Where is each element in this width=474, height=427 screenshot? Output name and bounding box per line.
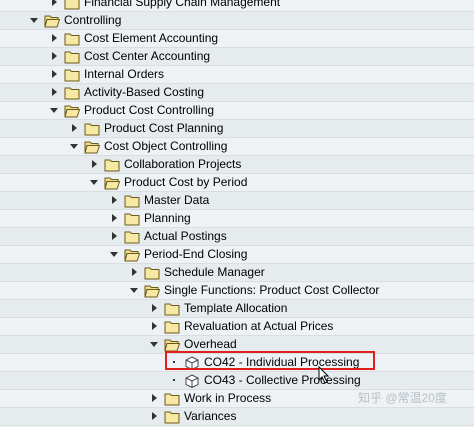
tree-folder-item[interactable]: Master Data	[0, 192, 474, 210]
folder-open-icon	[84, 140, 101, 154]
folder-closed-icon	[64, 86, 80, 100]
tree-folder-item[interactable]: Product Cost Planning	[0, 120, 474, 138]
expand-arrow-down-icon[interactable]	[150, 340, 158, 348]
expand-arrow-right-icon[interactable]	[50, 52, 58, 60]
expand-arrow-right-icon[interactable]	[150, 304, 158, 312]
expand-arrow-down-icon[interactable]	[110, 250, 118, 258]
tree-item-label: Actual Postings	[144, 229, 227, 243]
folder-open-icon	[44, 14, 61, 28]
expand-arrow-right-icon[interactable]	[50, 88, 58, 96]
transaction-cube-icon	[184, 374, 200, 389]
folder-open-icon	[124, 248, 141, 262]
folder-open-icon	[144, 284, 161, 298]
expand-arrow-right-icon[interactable]	[150, 322, 158, 330]
expand-arrow-right-icon[interactable]	[110, 196, 118, 204]
folder-closed-icon	[124, 194, 140, 208]
tree-item-label: Product Cost by Period	[124, 175, 248, 189]
folder-closed-icon	[64, 32, 80, 46]
tree-folder-item[interactable]: Single Functions: Product Cost Collector	[0, 282, 474, 300]
tree-folder-item[interactable]: Period-End Closing	[0, 246, 474, 264]
tree-item-label: Schedule Manager	[164, 265, 265, 279]
expand-arrow-right-icon[interactable]	[50, 0, 58, 6]
bullet-icon	[170, 376, 178, 384]
tree-item-label: Cost Object Controlling	[104, 139, 228, 153]
tree-leaf-item[interactable]: CO43 - Collective Processing	[0, 372, 474, 390]
folder-open-icon	[164, 338, 181, 352]
tree-item-label: Collaboration Projects	[124, 157, 242, 171]
folder-closed-icon	[84, 122, 100, 136]
watermark: 知乎 @常温20度	[358, 391, 447, 405]
tree-folder-item[interactable]: Collaboration Projects	[0, 156, 474, 174]
tree-folder-item[interactable]: Template Allocation	[0, 300, 474, 318]
tree-item-label: Template Allocation	[184, 301, 288, 315]
tree-folder-item[interactable]: Financial Supply Chain Management	[0, 0, 474, 12]
folder-closed-icon	[104, 158, 120, 172]
tree-folder-item[interactable]: Cost Object Controlling	[0, 138, 474, 156]
folder-closed-icon	[164, 302, 180, 316]
expand-arrow-down-icon[interactable]	[90, 178, 98, 186]
tree-item-label: Product Cost Controlling	[84, 103, 215, 117]
tree-folder-item[interactable]: Controlling	[0, 12, 474, 30]
folder-open-icon	[104, 176, 121, 190]
tree-folder-item[interactable]: Cost Element Accounting	[0, 30, 474, 48]
tree-item-label: Planning	[144, 211, 191, 225]
tree-item-label: Cost Center Accounting	[84, 49, 211, 63]
tree-item-label: Revaluation at Actual Prices	[184, 319, 334, 333]
mouse-cursor-icon	[318, 366, 330, 384]
folder-closed-icon	[164, 320, 180, 334]
folder-open-icon	[64, 104, 81, 118]
tree-folder-item[interactable]: Schedule Manager	[0, 264, 474, 282]
tree-item-label: Work in Process	[184, 391, 272, 405]
tree-item-label: Overhead	[184, 337, 237, 351]
expand-arrow-down-icon[interactable]	[50, 106, 58, 114]
tree-folder-item[interactable]: Actual Postings	[0, 228, 474, 246]
tree-item-label: Single Functions: Product Cost Collector	[164, 283, 380, 297]
tree-folder-item[interactable]: Planning	[0, 210, 474, 228]
tree-item-label: Financial Supply Chain Management	[84, 0, 281, 9]
tree-folder-item[interactable]: Revaluation at Actual Prices	[0, 318, 474, 336]
tree-item-label: Internal Orders	[84, 67, 165, 81]
folder-closed-icon	[164, 392, 180, 406]
tree-folder-item[interactable]: Internal Orders	[0, 66, 474, 84]
expand-arrow-right-icon[interactable]	[70, 124, 78, 132]
highlight-box	[165, 351, 375, 370]
tree-folder-item[interactable]: Cost Center Accounting	[0, 48, 474, 66]
expand-arrow-right-icon[interactable]	[130, 268, 138, 276]
expand-arrow-right-icon[interactable]	[110, 232, 118, 240]
expand-arrow-right-icon[interactable]	[150, 412, 158, 420]
folder-closed-icon	[164, 410, 180, 424]
tree-item-label: CO43 - Collective Processing	[204, 373, 361, 387]
expand-arrow-right-icon[interactable]	[90, 160, 98, 168]
folder-closed-icon	[124, 212, 140, 226]
tree-item-label: Product Cost Planning	[104, 121, 224, 135]
tree-item-label: Period-End Closing	[144, 247, 248, 261]
tree-folder-item[interactable]: Product Cost Controlling	[0, 102, 474, 120]
tree-item-label: Cost Element Accounting	[84, 31, 219, 45]
folder-closed-icon	[124, 230, 140, 244]
expand-arrow-right-icon[interactable]	[50, 34, 58, 42]
tree-folder-item[interactable]: Variances	[0, 408, 474, 426]
tree-item-label: Master Data	[144, 193, 210, 207]
tree-folder-item[interactable]: Activity-Based Costing	[0, 84, 474, 102]
tree-item-label: Activity-Based Costing	[84, 85, 205, 99]
tree-item-label: Variances	[184, 409, 237, 423]
expand-arrow-down-icon[interactable]	[30, 16, 38, 24]
expand-arrow-down-icon[interactable]	[70, 142, 78, 150]
tree-item-label: Controlling	[64, 13, 122, 27]
folder-closed-icon	[64, 68, 80, 82]
expand-arrow-right-icon[interactable]	[110, 214, 118, 222]
folder-closed-icon	[144, 266, 160, 280]
folder-closed-icon	[64, 50, 80, 64]
tree-folder-item[interactable]: Product Cost by Period	[0, 174, 474, 192]
expand-arrow-down-icon[interactable]	[130, 286, 138, 294]
expand-arrow-right-icon[interactable]	[150, 394, 158, 402]
folder-closed-icon	[64, 0, 80, 10]
expand-arrow-right-icon[interactable]	[50, 70, 58, 78]
